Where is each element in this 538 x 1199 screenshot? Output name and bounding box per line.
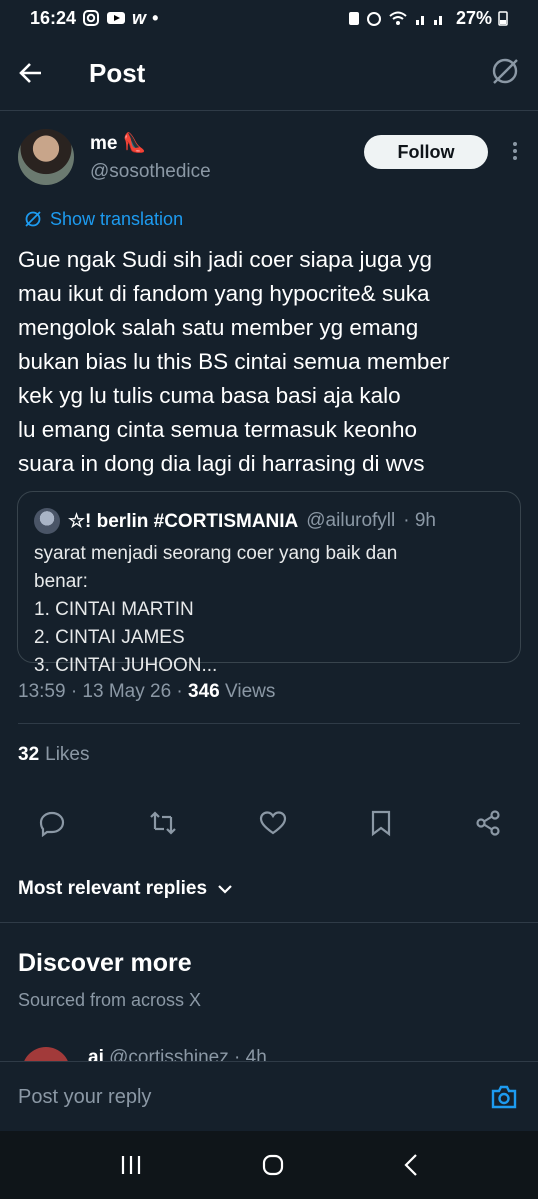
battery-saver-icon [348, 10, 360, 26]
views-count: 346 [188, 681, 220, 702]
share-icon[interactable] [474, 809, 502, 837]
post-time: 13:59 [18, 681, 66, 702]
bookmark-icon[interactable] [369, 809, 393, 837]
discover-subtitle: Sourced from across X [18, 990, 202, 1010]
system-nav-bar [0, 1131, 538, 1199]
reply-input[interactable]: Post your reply [18, 1086, 151, 1109]
alarm-icon [366, 10, 382, 26]
quoted-time: · 9h [403, 510, 436, 531]
author-handle[interactable]: @sosothedice [90, 161, 211, 183]
author-name[interactable]: me 👠 [90, 131, 211, 155]
likes-count: 32 [18, 744, 40, 765]
like-icon[interactable] [259, 810, 287, 836]
repost-icon[interactable] [148, 809, 178, 837]
webtoon-icon: w [132, 7, 147, 28]
replies-sort-dropdown[interactable]: Most relevant replies [0, 856, 538, 922]
page-title: Post [89, 57, 146, 88]
quoted-avatar [34, 508, 60, 534]
grok-icon[interactable] [490, 56, 520, 86]
action-bar [0, 790, 538, 856]
reply-composer[interactable]: Post your reply [0, 1061, 538, 1132]
back-arrow-icon[interactable] [18, 60, 44, 86]
show-translation-link[interactable]: Show translation [0, 205, 538, 233]
status-time: 16:24 [30, 7, 77, 28]
home-icon[interactable] [261, 1153, 285, 1177]
discover-post-preview[interactable]: ai @cortisshinez · 4h [0, 1025, 538, 1065]
page-header: Post [0, 36, 538, 111]
reply-icon[interactable] [38, 809, 66, 837]
back-nav-icon[interactable] [403, 1153, 419, 1177]
quoted-post[interactable]: ☆! berlin #CORTISMANIA @ailurofyll · 9h … [17, 491, 521, 676]
replies-sort-label: Most relevant replies [18, 878, 208, 899]
youtube-icon [106, 10, 126, 26]
discover-section: Discover more Sourced from across X [0, 923, 538, 1011]
battery-icon [498, 10, 508, 26]
grok-translate-icon [24, 210, 42, 228]
wifi-icon [388, 10, 408, 26]
author-row: me 👠 @sosothedice Follow [0, 111, 538, 205]
discover-title: Discover more [18, 949, 192, 977]
post-date: · 13 May 26 · [70, 681, 183, 702]
follow-button[interactable]: Follow [364, 135, 488, 169]
instagram-icon [82, 9, 100, 27]
battery-percent: 27% [455, 7, 492, 28]
avatar[interactable] [18, 129, 74, 185]
more-options-icon[interactable] [512, 141, 518, 161]
likes-label: Likes [45, 744, 90, 765]
quoted-author-name: ☆! berlin #CORTISMANIA [68, 510, 299, 532]
likes-row[interactable]: 32 Likes [0, 724, 538, 786]
dot-icon: • [152, 7, 159, 28]
show-translation-label: Show translation [50, 208, 184, 229]
recent-apps-icon[interactable] [119, 1154, 143, 1176]
tweet-text: Gue ngak Sudi sih jadi coer siapa juga y… [18, 247, 450, 476]
signal-icon [414, 10, 450, 26]
camera-icon[interactable] [490, 1084, 518, 1110]
quoted-text: syarat menjadi seorang coer yang baik da… [34, 543, 398, 676]
chevron-down-icon [217, 883, 233, 895]
views-label: Views [225, 681, 276, 702]
quoted-author-handle: @ailurofyll [306, 510, 396, 531]
status-bar: 16:24 w • 27% [0, 0, 538, 36]
